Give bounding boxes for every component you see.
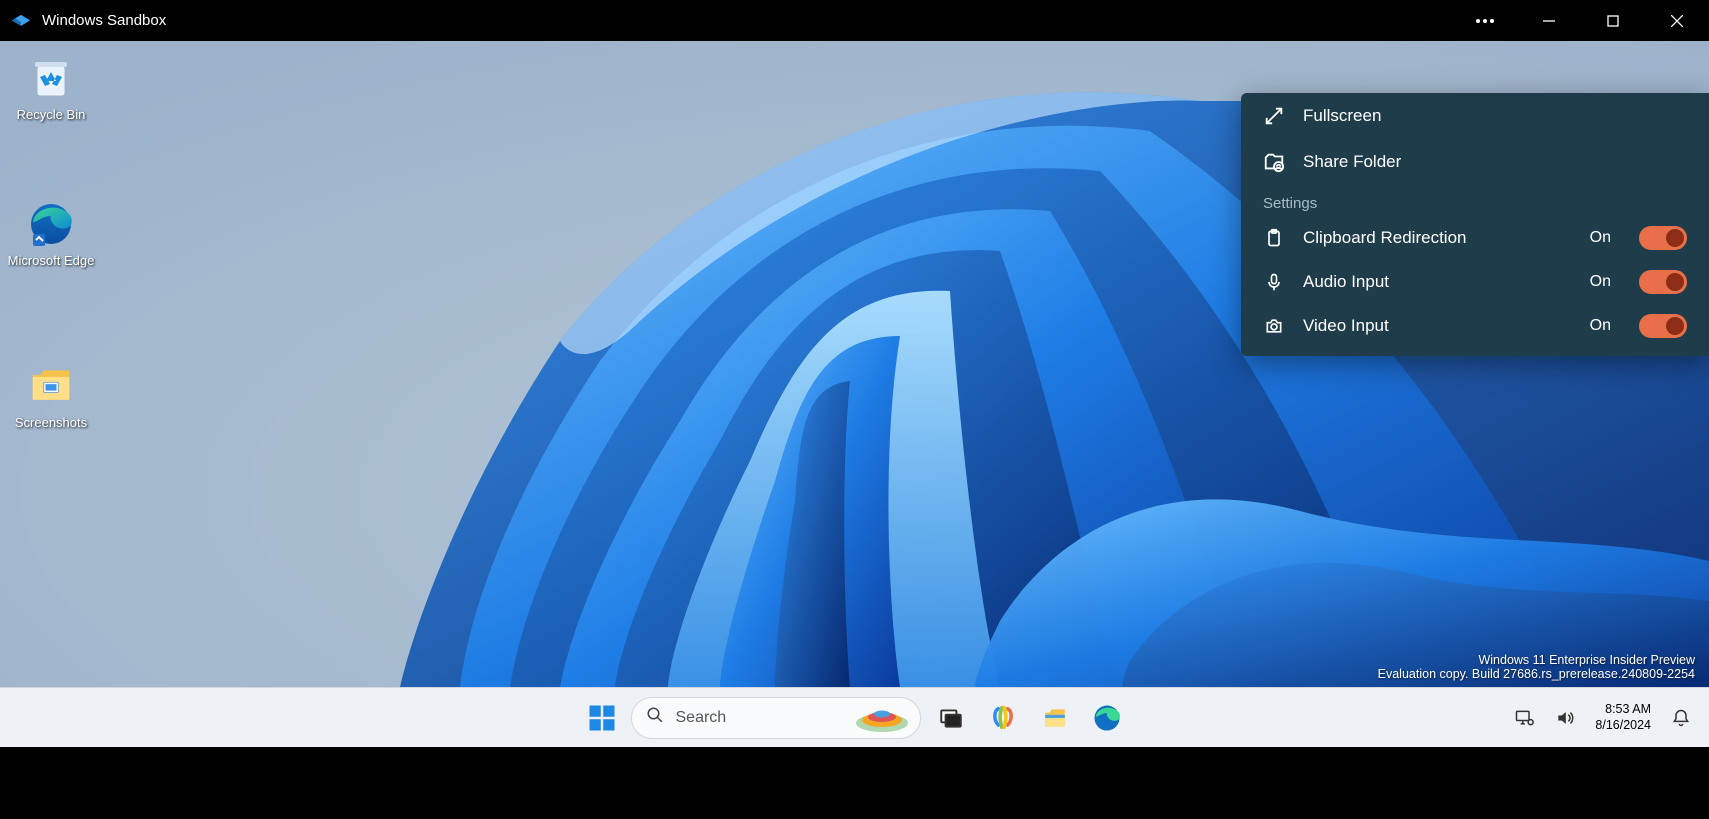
titlebar: Windows Sandbox	[0, 0, 1709, 41]
search-icon	[646, 706, 664, 729]
notifications-button[interactable]	[1663, 702, 1699, 734]
share-folder-action[interactable]: Share Folder	[1241, 139, 1709, 185]
file-explorer-button[interactable]	[1033, 696, 1077, 740]
action-label: Fullscreen	[1303, 106, 1381, 126]
setting-label: Video Input	[1303, 316, 1572, 336]
setting-audio-input: Audio Input On	[1241, 260, 1709, 304]
tray-vm-connect-icon[interactable]	[1505, 702, 1543, 734]
folder-icon	[26, 361, 76, 411]
setting-state: On	[1590, 317, 1611, 335]
microphone-icon	[1263, 271, 1285, 293]
edge-button[interactable]	[1085, 696, 1129, 740]
window-title: Windows Sandbox	[42, 12, 166, 29]
setting-video-input: Video Input On	[1241, 304, 1709, 348]
desktop-icon-recycle-bin[interactable]: Recycle Bin	[6, 53, 96, 124]
camera-icon	[1263, 315, 1285, 337]
setting-state: On	[1590, 273, 1611, 291]
setting-clipboard-redirection: Clipboard Redirection On	[1241, 216, 1709, 260]
video-toggle[interactable]	[1639, 314, 1687, 338]
build-watermark: Windows 11 Enterprise Insider Preview Ev…	[1378, 653, 1695, 681]
clipboard-toggle[interactable]	[1639, 226, 1687, 250]
clock-time: 8:53 AM	[1595, 702, 1651, 718]
task-view-button[interactable]	[929, 696, 973, 740]
start-button[interactable]	[581, 697, 623, 739]
tray-volume-icon[interactable]	[1547, 702, 1583, 734]
minimize-button[interactable]	[1517, 0, 1581, 41]
desktop-icon-label: Screenshots	[6, 415, 96, 432]
close-button[interactable]	[1645, 0, 1709, 41]
desktop-icon-screenshots[interactable]: Screenshots	[6, 361, 96, 432]
copilot-button[interactable]	[981, 696, 1025, 740]
taskbar-clock[interactable]: 8:53 AM 8/16/2024	[1587, 702, 1659, 733]
setting-label: Clipboard Redirection	[1303, 228, 1572, 248]
fullscreen-icon	[1263, 105, 1285, 127]
search-art-icon	[854, 703, 910, 733]
maximize-button[interactable]	[1581, 0, 1645, 41]
system-tray: 8:53 AM 8/16/2024	[1505, 688, 1699, 748]
watermark-line1: Windows 11 Enterprise Insider Preview	[1378, 653, 1695, 667]
share-folder-icon	[1263, 151, 1285, 173]
recycle-bin-icon	[26, 53, 76, 103]
sandbox-app-icon	[10, 13, 32, 29]
settings-section-header: Settings	[1241, 185, 1709, 216]
sandbox-options-panel: Fullscreen Share Folder Settings Clipboa…	[1241, 93, 1709, 356]
watermark-line2: Evaluation copy. Build 27686.rs_prerelea…	[1378, 667, 1695, 681]
edge-icon	[26, 199, 76, 249]
window-controls	[1453, 0, 1709, 41]
setting-label: Audio Input	[1303, 272, 1572, 292]
clock-date: 8/16/2024	[1595, 718, 1651, 734]
setting-state: On	[1590, 229, 1611, 247]
more-options-button[interactable]	[1453, 0, 1517, 41]
audio-toggle[interactable]	[1639, 270, 1687, 294]
desktop-icon-microsoft-edge[interactable]: Microsoft Edge	[6, 199, 96, 270]
action-label: Share Folder	[1303, 152, 1401, 172]
fullscreen-action[interactable]: Fullscreen	[1241, 93, 1709, 139]
desktop-icon-label: Recycle Bin	[6, 107, 96, 124]
taskbar-center-group: Search	[581, 696, 1129, 740]
taskbar: Search	[0, 687, 1709, 747]
desktop-area[interactable]: Recycle Bin Microsoft Edge	[0, 41, 1709, 687]
taskbar-search[interactable]: Search	[631, 697, 921, 739]
clipboard-icon	[1263, 227, 1285, 249]
desktop-icon-label: Microsoft Edge	[6, 253, 96, 270]
